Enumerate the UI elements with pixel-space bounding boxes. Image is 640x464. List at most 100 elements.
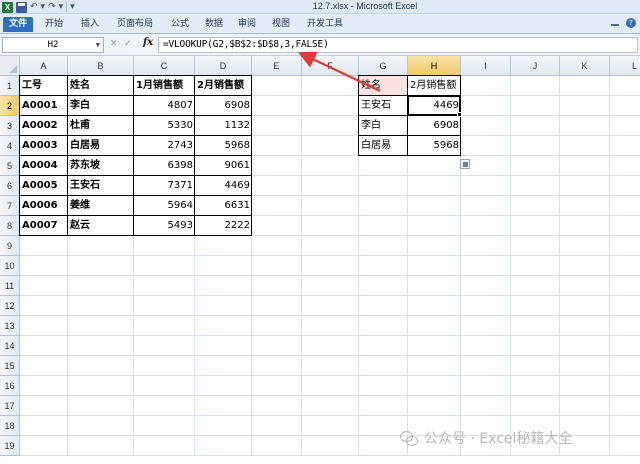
formula-bar: H2 ▼ ✕ ✓ fx =VLOOKUP(G2,$B$2:$D$8,3,FALS… bbox=[0, 34, 640, 56]
table2-header-cell[interactable]: 姓名 bbox=[359, 76, 408, 96]
column-header-e[interactable]: E bbox=[252, 56, 302, 76]
table1-cell[interactable]: A0007 bbox=[20, 216, 68, 236]
table2-cell[interactable]: 4469 bbox=[408, 96, 461, 116]
table1-cell[interactable]: 5968 bbox=[195, 136, 252, 156]
column-header-a[interactable]: A bbox=[20, 56, 68, 76]
help-icon[interactable]: ? bbox=[626, 18, 636, 28]
row-header-8[interactable]: 8 bbox=[0, 216, 20, 236]
table2-cell[interactable]: 李白 bbox=[359, 116, 408, 136]
table1-cell[interactable]: 5493 bbox=[134, 216, 195, 236]
table1-cell[interactable]: 白居易 bbox=[68, 136, 134, 156]
row-header-5[interactable]: 5 bbox=[0, 156, 20, 176]
tab-data[interactable]: 数据 bbox=[200, 17, 228, 32]
table1-cell[interactable]: 2743 bbox=[134, 136, 195, 156]
table1-header-cell[interactable]: 工号 bbox=[20, 76, 68, 96]
column-header-g[interactable]: G bbox=[359, 56, 408, 76]
table2-cell[interactable]: 5968 bbox=[408, 136, 461, 156]
row-header-9[interactable]: 9 bbox=[0, 236, 20, 256]
table2-cell[interactable]: 王安石 bbox=[359, 96, 408, 116]
row-header-17[interactable]: 17 bbox=[0, 396, 20, 416]
column-header-d[interactable]: D bbox=[195, 56, 252, 76]
row-header-7[interactable]: 7 bbox=[0, 196, 20, 216]
column-header-c[interactable]: C bbox=[134, 56, 195, 76]
table1-cell[interactable]: 5964 bbox=[134, 196, 195, 216]
table1-cell[interactable]: 6908 bbox=[195, 96, 252, 116]
row-header-1[interactable]: 1 bbox=[0, 76, 20, 96]
row-header-3[interactable]: 3 bbox=[0, 116, 20, 136]
row-header-12[interactable]: 12 bbox=[0, 296, 20, 316]
table1-header-cell[interactable]: 姓名 bbox=[68, 76, 134, 96]
window-title: 12.7.xlsx - Microsoft Excel bbox=[312, 1, 418, 11]
table1-cell[interactable]: 赵云 bbox=[68, 216, 134, 236]
chevron-down-icon[interactable]: ▼ bbox=[96, 38, 100, 52]
wechat-icon bbox=[400, 430, 418, 446]
column-header-k[interactable]: K bbox=[560, 56, 610, 76]
tab-file[interactable]: 文件 bbox=[3, 17, 33, 32]
row-header-18[interactable]: 18 bbox=[0, 416, 20, 436]
tab-formulas[interactable]: 公式 bbox=[166, 17, 194, 32]
table1-cell[interactable]: A0002 bbox=[20, 116, 68, 136]
row-header-2[interactable]: 2 bbox=[0, 96, 20, 116]
table1-header-cell[interactable]: 2月销售额 bbox=[195, 76, 252, 96]
tab-insert[interactable]: 插入 bbox=[76, 17, 104, 32]
table1-cell[interactable]: 6398 bbox=[134, 156, 195, 176]
table1-header-cell[interactable]: 1月销售额 bbox=[134, 76, 195, 96]
table1-cell[interactable]: 苏东坡 bbox=[68, 156, 134, 176]
table1-cell[interactable]: A0005 bbox=[20, 176, 68, 196]
table1-cell[interactable]: A0004 bbox=[20, 156, 68, 176]
table2-cell[interactable]: 6908 bbox=[408, 116, 461, 136]
table2-cell[interactable]: 白居易 bbox=[359, 136, 408, 156]
formula-input[interactable]: =VLOOKUP(G2,$B$2:$D$8,3,FALSE) bbox=[158, 37, 638, 53]
tab-page-layout[interactable]: 页面布局 bbox=[112, 17, 158, 32]
table1-cell[interactable]: A0001 bbox=[20, 96, 68, 116]
column-header-i[interactable]: I bbox=[461, 56, 511, 76]
row-header-13[interactable]: 13 bbox=[0, 316, 20, 336]
cancel-icon[interactable]: ✕ bbox=[110, 39, 118, 49]
watermark: 公众号 · Excel秘籍大全 bbox=[400, 428, 572, 448]
row-header-10[interactable]: 10 bbox=[0, 256, 20, 276]
paste-options-icon[interactable] bbox=[460, 159, 470, 169]
column-header-j[interactable]: J bbox=[511, 56, 560, 76]
table1-cell[interactable]: A0006 bbox=[20, 196, 68, 216]
worksheet-grid[interactable]: ABCDEFGHIJKL 1 2 3 4 5 6 7 8 9 10 11 12 13 14 15 16 17 18… bbox=[0, 56, 640, 464]
insert-function-button[interactable]: fx bbox=[143, 37, 153, 48]
column-header-f[interactable]: F bbox=[302, 56, 359, 76]
row-header-14[interactable]: 14 bbox=[0, 336, 20, 356]
table1-cell[interactable]: 9061 bbox=[195, 156, 252, 176]
row-header-4[interactable]: 4 bbox=[0, 136, 20, 156]
select-all-button[interactable] bbox=[0, 56, 20, 76]
row-header-16[interactable]: 16 bbox=[0, 376, 20, 396]
tab-review[interactable]: 审阅 bbox=[233, 17, 261, 32]
row-header-11[interactable]: 11 bbox=[0, 276, 20, 296]
name-box-value: H2 bbox=[47, 40, 59, 50]
tab-developer[interactable]: 开发工具 bbox=[302, 17, 348, 32]
table1-cell[interactable]: 7371 bbox=[134, 176, 195, 196]
minimize-ribbon-icon[interactable] bbox=[611, 18, 621, 28]
table1-cell[interactable]: 6631 bbox=[195, 196, 252, 216]
column-header-h[interactable]: H bbox=[408, 56, 461, 76]
watermark-text: 公众号 · Excel秘籍大全 bbox=[424, 431, 573, 447]
name-box[interactable]: H2 ▼ bbox=[2, 37, 104, 53]
column-header-l[interactable]: L bbox=[610, 56, 640, 76]
table1-cell[interactable]: 4807 bbox=[134, 96, 195, 116]
tab-home[interactable]: 开始 bbox=[40, 17, 68, 32]
tab-view[interactable]: 视图 bbox=[267, 17, 295, 32]
fill-handle[interactable] bbox=[457, 112, 462, 117]
title-bar: X ↶ ▾ ↷ ▾ ▾ 12.7.xlsx - Microsoft Excel bbox=[0, 0, 640, 14]
table1-cell[interactable]: 4469 bbox=[195, 176, 252, 196]
row-header-15[interactable]: 15 bbox=[0, 356, 20, 376]
table1-cell[interactable]: 杜甫 bbox=[68, 116, 134, 136]
ribbon-tabs: 文件 开始 插入 页面布局 公式 数据 审阅 视图 开发工具 ? bbox=[0, 14, 640, 34]
table1-cell[interactable]: 1132 bbox=[195, 116, 252, 136]
row-header-19[interactable]: 19 bbox=[0, 436, 20, 456]
row-header-6[interactable]: 6 bbox=[0, 176, 20, 196]
table1-cell[interactable]: 姜维 bbox=[68, 196, 134, 216]
table1-cell[interactable]: 王安石 bbox=[68, 176, 134, 196]
table1-cell[interactable]: A0003 bbox=[20, 136, 68, 156]
table1-cell[interactable]: 李白 bbox=[68, 96, 134, 116]
column-header-b[interactable]: B bbox=[68, 56, 134, 76]
table1-cell[interactable]: 5330 bbox=[134, 116, 195, 136]
table2-header-cell[interactable]: 2月销售额 bbox=[408, 76, 461, 96]
enter-icon[interactable]: ✓ bbox=[124, 39, 132, 49]
table1-cell[interactable]: 2222 bbox=[195, 216, 252, 236]
